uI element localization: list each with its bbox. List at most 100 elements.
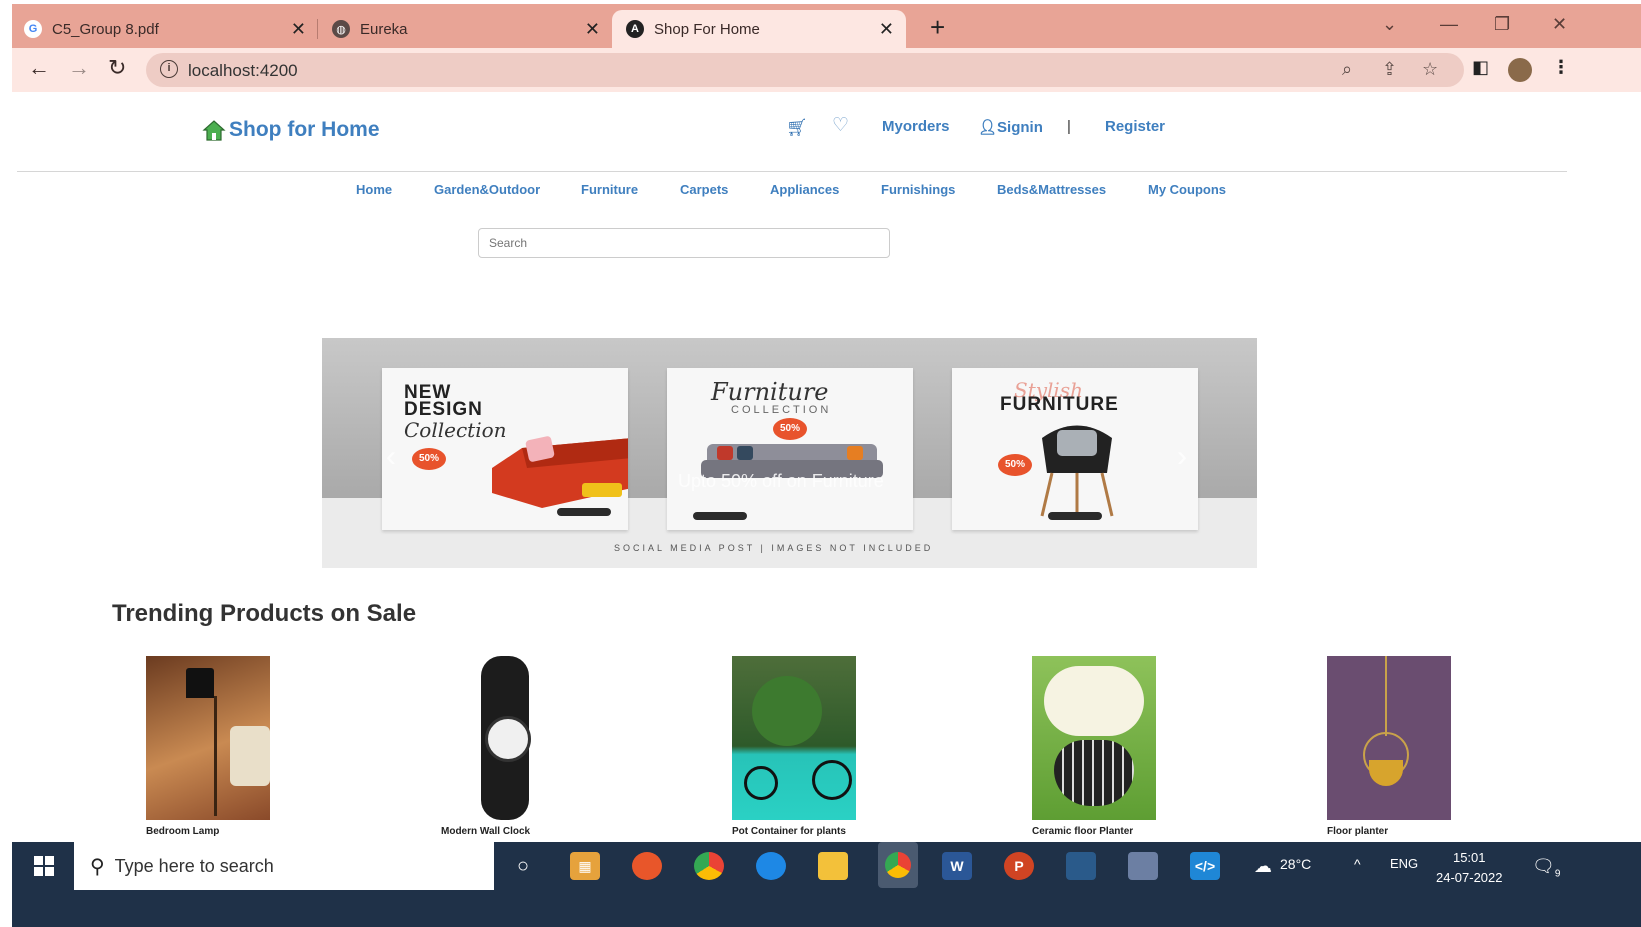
- nav-beds-mattresses[interactable]: Beds&Mattresses: [997, 182, 1106, 197]
- close-window-button[interactable]: ✕: [1552, 14, 1567, 35]
- trending-heading: Trending Products on Sale: [112, 600, 417, 627]
- brand-name: Shop for Home: [229, 118, 380, 141]
- task-view-icon[interactable]: ○: [508, 852, 538, 880]
- new-tab-button[interactable]: +: [930, 14, 945, 40]
- product-name: Floor planter: [1327, 826, 1389, 837]
- product-card[interactable]: Bedroom Lamp: [146, 656, 270, 837]
- home-icon: [202, 120, 226, 141]
- carousel-next-icon[interactable]: ›: [1177, 440, 1187, 474]
- tab-title: Shop For Home: [654, 20, 760, 38]
- red-sofa-image: [492, 436, 628, 508]
- ceramic-planter-image: [1032, 656, 1156, 820]
- product-card[interactable]: Pot Container for plants: [732, 656, 856, 837]
- taskbar-search-placeholder: Type here to search: [114, 855, 274, 876]
- tab-c5-group-pdf[interactable]: G C5_Group 8.pdf ✕: [24, 10, 318, 48]
- profile-avatar[interactable]: [1508, 58, 1532, 82]
- back-button[interactable]: ←: [28, 57, 50, 79]
- black-chair-image: [1040, 425, 1114, 517]
- header-separator: |: [1067, 118, 1071, 135]
- user-icon: 👤︎: [978, 119, 998, 136]
- tab-eureka[interactable]: ◍ Eureka ✕: [318, 10, 612, 48]
- brand-logo[interactable]: Shop for Home: [202, 118, 380, 142]
- clock[interactable]: 15:01 24-07-2022: [1436, 848, 1503, 888]
- carousel-slide-stylish-furniture: Stylish FURNITURE 50%: [952, 368, 1198, 530]
- tab-title: Eureka: [360, 20, 408, 38]
- bedroom-lamp-image: [146, 656, 270, 820]
- nav-furnishings[interactable]: Furnishings: [881, 182, 955, 197]
- close-tab-icon[interactable]: ✕: [291, 19, 306, 40]
- carousel-prev-icon[interactable]: ‹: [386, 440, 396, 474]
- screen: G C5_Group 8.pdf ✕ ◍ Eureka ✕ A Shop For…: [0, 0, 1641, 927]
- language-indicator[interactable]: ENG: [1390, 856, 1418, 871]
- carousel-caption: Upto 50% off on Furniture: [678, 471, 884, 491]
- bookmark-star-icon[interactable]: ☆: [1422, 59, 1438, 80]
- nav-furniture[interactable]: Furniture: [581, 182, 638, 197]
- discount-badge: 50%: [998, 454, 1032, 476]
- cart-icon[interactable]: 🛒︎: [786, 118, 808, 138]
- eclipse-icon[interactable]: [1128, 852, 1158, 880]
- restore-button[interactable]: ❐: [1494, 14, 1510, 35]
- windows-start-icon[interactable]: [34, 856, 54, 876]
- signin-link[interactable]: 👤︎Signin: [978, 118, 1043, 136]
- show-hidden-icons-chevron[interactable]: ^: [1354, 856, 1361, 872]
- product-name: Modern Wall Clock: [441, 826, 531, 837]
- side-panel-icon[interactable]: ◧: [1472, 57, 1489, 78]
- powerpoint-icon[interactable]: P: [1004, 852, 1034, 880]
- slide-heading: FURNITURE: [1000, 394, 1119, 415]
- vscode-icon[interactable]: </>: [1190, 852, 1220, 880]
- promo-carousel[interactable]: NEW DESIGN Collection 50% Furniture COLL…: [322, 338, 1257, 568]
- windows-taskbar: ⚲ Type here to search ○ ▦ W P </> ☁ 28°C…: [12, 842, 1641, 927]
- discount-badge: 50%: [412, 448, 446, 470]
- forward-button[interactable]: →: [68, 57, 90, 79]
- nav-home[interactable]: Home: [356, 182, 392, 197]
- store-icon[interactable]: ▦: [570, 852, 600, 880]
- close-tab-icon[interactable]: ✕: [585, 19, 600, 40]
- tab-search-icon[interactable]: ⌄: [1382, 14, 1397, 35]
- zoom-icon[interactable]: ⌕: [1342, 59, 1352, 80]
- signin-label: Signin: [997, 119, 1043, 136]
- reload-button[interactable]: ↻: [108, 57, 126, 79]
- carousel-footer-text: SOCIAL MEDIA POST | IMAGES NOT INCLUDED: [614, 543, 934, 553]
- product-card[interactable]: Ceramic floor Planter: [1032, 656, 1156, 837]
- slide-subheading: COLLECTION: [731, 404, 832, 416]
- nav-my-coupons[interactable]: My Coupons: [1148, 182, 1226, 197]
- taskbar-search-box[interactable]: ⚲ Type here to search: [74, 842, 494, 890]
- firefox-icon[interactable]: [632, 852, 662, 880]
- tab-shop-for-home[interactable]: A Shop For Home ✕: [612, 10, 906, 48]
- product-card[interactable]: Modern Wall Clock: [441, 656, 565, 837]
- clock-date: 24-07-2022: [1436, 870, 1503, 885]
- register-link[interactable]: Register: [1105, 118, 1165, 135]
- share-icon[interactable]: ⇪: [1382, 59, 1397, 80]
- weather-cloud-icon[interactable]: ☁: [1254, 856, 1272, 877]
- clock-time: 15:01: [1452, 850, 1486, 865]
- browser-menu-icon[interactable]: ⋮: [1552, 57, 1570, 78]
- close-tab-icon[interactable]: ✕: [879, 19, 894, 40]
- search-icon: ⚲: [90, 855, 105, 878]
- chrome-icon[interactable]: [694, 852, 724, 880]
- file-explorer-icon[interactable]: [818, 852, 848, 880]
- browser-tab-strip: G C5_Group 8.pdf ✕ ◍ Eureka ✕ A Shop For…: [12, 4, 1641, 48]
- web-page: Shop for Home 🛒︎ ♡ Myorders 👤︎Signin | R…: [12, 92, 1567, 842]
- notification-icon[interactable]: 🗨︎9: [1532, 856, 1560, 880]
- google-icon: G: [24, 20, 42, 38]
- site-info-icon[interactable]: i: [160, 60, 178, 78]
- myorders-link[interactable]: Myorders: [882, 118, 950, 135]
- wall-clock-image: [441, 656, 565, 820]
- minimize-button[interactable]: —: [1440, 14, 1458, 35]
- chrome-active-icon[interactable]: [878, 842, 918, 888]
- app-icon[interactable]: [1066, 852, 1096, 880]
- product-card[interactable]: Floor planter: [1327, 656, 1451, 837]
- header-divider: [17, 171, 1567, 172]
- angular-icon: A: [626, 20, 644, 38]
- search-input[interactable]: [478, 228, 890, 258]
- weather-temperature[interactable]: 28°C: [1280, 856, 1311, 872]
- carousel-slide-furniture-collection: Furniture COLLECTION 50%: [667, 368, 913, 530]
- edge-icon[interactable]: [756, 852, 786, 880]
- wishlist-heart-icon[interactable]: ♡: [832, 114, 849, 137]
- nav-garden-outdoor[interactable]: Garden&Outdoor: [434, 182, 540, 197]
- nav-appliances[interactable]: Appliances: [770, 182, 839, 197]
- nav-carpets[interactable]: Carpets: [680, 182, 728, 197]
- address-bar[interactable]: i localhost:4200 ⌕ ⇪ ☆: [146, 53, 1464, 87]
- globe-icon: ◍: [332, 20, 350, 38]
- word-icon[interactable]: W: [942, 852, 972, 880]
